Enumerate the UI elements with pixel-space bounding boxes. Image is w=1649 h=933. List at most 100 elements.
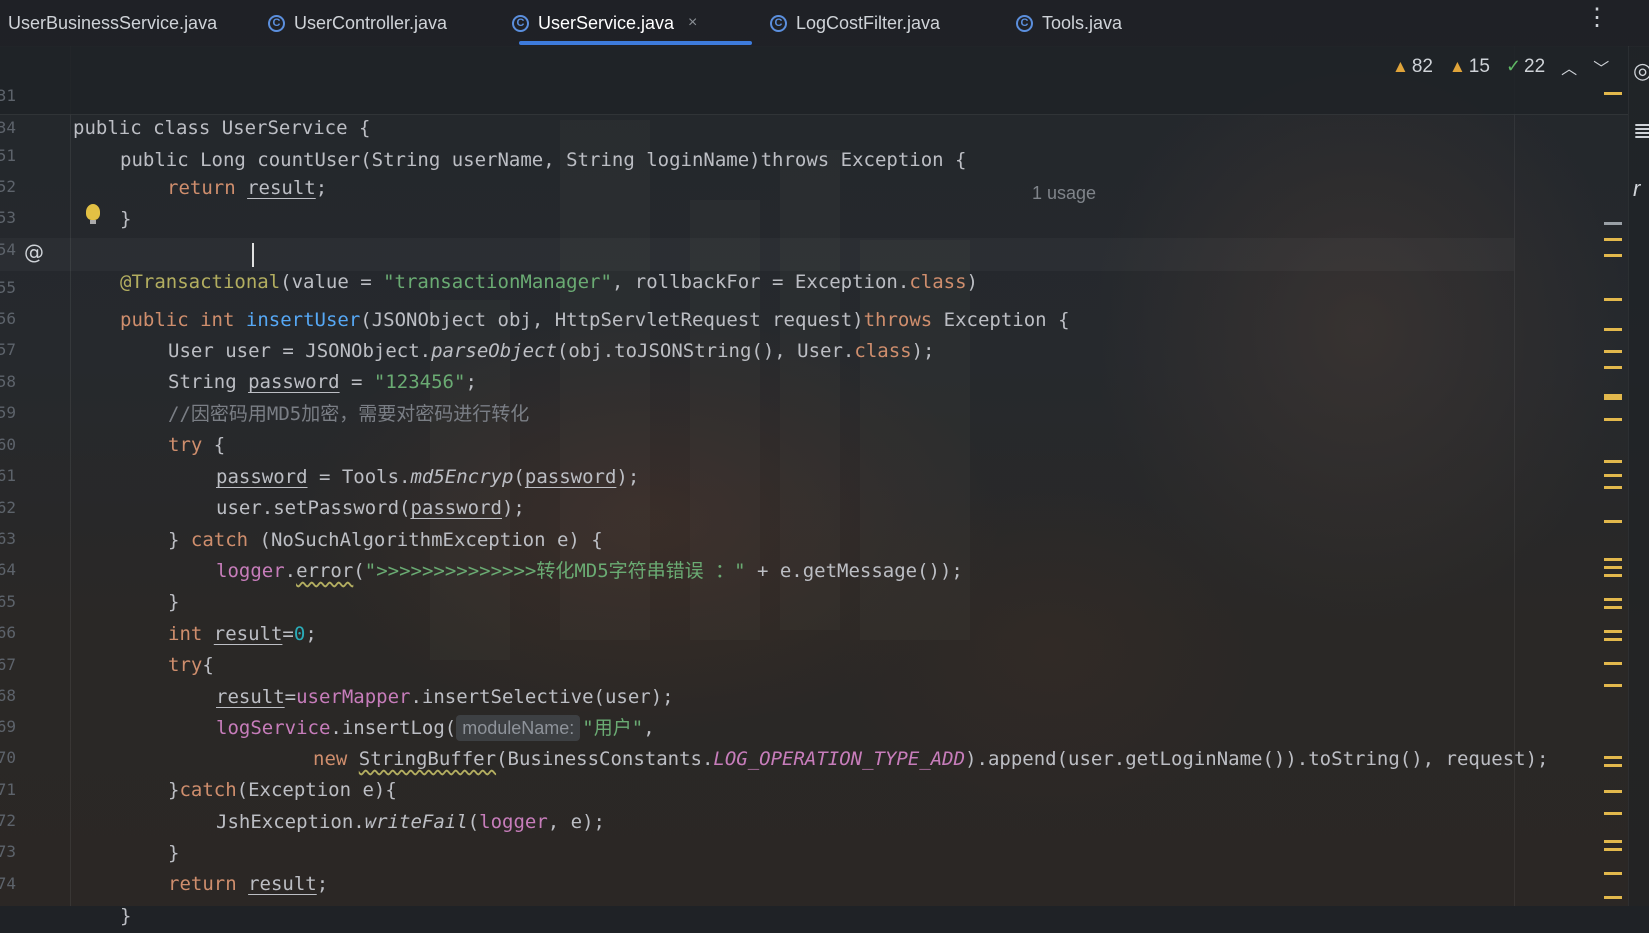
scroll-marker[interactable]: [1604, 366, 1622, 369]
token: =: [282, 623, 294, 645]
class-icon: C: [770, 14, 787, 32]
scroll-marker[interactable]: [1604, 350, 1622, 353]
usage-hint[interactable]: 1 usage: [1032, 177, 1096, 210]
scroll-marker[interactable]: [1604, 684, 1622, 687]
code-line[interactable]: 64 }: [0, 520, 179, 613]
scroll-marker[interactable]: [1604, 896, 1622, 899]
scroll-marker[interactable]: [1604, 756, 1622, 759]
tab-userservice[interactable]: C UserService.java ×: [512, 0, 697, 46]
scroll-marker[interactable]: [1604, 764, 1622, 767]
scroll-marker[interactable]: [1604, 598, 1622, 601]
scroll-marker[interactable]: [1604, 254, 1622, 257]
token: 0: [293, 623, 306, 645]
scroll-marker[interactable]: [1604, 566, 1622, 569]
token: result: [213, 623, 283, 645]
close-tab-icon[interactable]: ×: [688, 14, 697, 32]
tab-tools[interactable]: C Tools.java: [1016, 0, 1122, 46]
code-line[interactable]: 72 }: [0, 771, 179, 864]
token: class: [854, 340, 912, 362]
token: , e);: [547, 811, 605, 833]
chevron-down-icon[interactable]: ﹀: [1593, 55, 1609, 79]
token: parseObject: [431, 340, 557, 362]
code-line[interactable]: 59 try {: [0, 363, 225, 456]
code-line[interactable]: 60 password = Tools.md5Encryp(password);: [0, 395, 639, 488]
code-line[interactable]: 70 }catch(Exception e){: [0, 708, 397, 801]
token: logger: [479, 811, 548, 833]
more-menu-icon[interactable]: ⋮: [1585, 6, 1609, 30]
italic-r-icon[interactable]: r: [1633, 176, 1640, 202]
scroll-marker[interactable]: [1604, 558, 1622, 561]
scroll-marker[interactable]: [1604, 606, 1622, 609]
class-icon: C: [512, 14, 529, 32]
scroll-marker[interactable]: [1604, 872, 1622, 875]
scroll-marker[interactable]: [1604, 418, 1622, 421]
scroll-marker[interactable]: [1604, 812, 1622, 815]
scroll-marker[interactable]: [1604, 474, 1622, 477]
scroll-marker[interactable]: [1604, 790, 1622, 793]
error-count[interactable]: ▲ 82: [1392, 56, 1433, 78]
code-line[interactable]: 61 user.setPassword(password);: [0, 426, 525, 519]
ok-count[interactable]: ✓ 22: [1506, 56, 1545, 78]
scroll-marker[interactable]: [1604, 222, 1622, 225]
token: String: [168, 371, 249, 393]
code-line[interactable]: 74 }: [0, 834, 131, 927]
sticky-line[interactable]: 31 public class UserService {: [0, 46, 370, 139]
scroll-marker[interactable]: [1604, 394, 1622, 400]
scroll-marker[interactable]: [1604, 662, 1622, 665]
token: JshException.: [216, 811, 365, 833]
scroll-marker[interactable]: [1604, 630, 1622, 633]
tab-userbusinessservice[interactable]: UserBusinessService.java: [8, 0, 217, 46]
scroll-marker[interactable]: [1604, 574, 1622, 577]
code-line[interactable]: 71 JshException.writeFail(logger, e);: [0, 740, 605, 833]
token: }: [120, 208, 132, 230]
code-line[interactable]: 66 try{: [0, 583, 214, 676]
scroll-marker[interactable]: [1604, 638, 1622, 641]
warning-count[interactable]: ▲ 15: [1449, 56, 1490, 78]
token: (: [513, 466, 525, 488]
scroll-marker[interactable]: [1604, 298, 1622, 301]
token: userMapper: [296, 686, 411, 708]
database-icon[interactable]: ≣: [1633, 118, 1649, 144]
sticky-line[interactable]: 34 public Long countUser(String userName…: [0, 78, 1096, 203]
token: }: [120, 905, 132, 927]
count-text: 22: [1524, 56, 1546, 77]
token: ;: [316, 873, 329, 895]
scroll-marker[interactable]: [1604, 486, 1622, 489]
scroll-marker[interactable]: [1604, 460, 1622, 463]
inspection-widget[interactable]: ▲ 82 ▲ 15 ✓ 22 ︿ ﹀: [1392, 54, 1609, 80]
token: }: [168, 842, 180, 864]
scroll-marker[interactable]: [1604, 520, 1622, 523]
token: }: [168, 779, 180, 801]
code-line[interactable]: 67 result=userMapper.insertSelective(use…: [0, 615, 674, 708]
code-line[interactable]: 56 User user = JSONObject.parseObject(ob…: [0, 269, 934, 362]
code-line[interactable]: 58 //因密码用MD5加密，需要对密码进行转化: [0, 332, 529, 425]
scroll-marker[interactable]: [1604, 92, 1622, 95]
code-line[interactable]: 63 logger.error(">>>>>>>>>>>>>>转化MD5字符串错…: [0, 489, 963, 582]
code-line[interactable]: 62 } catch (NoSuchAlgorithmException e) …: [0, 458, 603, 551]
scroll-marker[interactable]: [1604, 840, 1622, 843]
token: ): [966, 271, 978, 293]
override-at-icon[interactable]: @: [24, 240, 44, 264]
code-line[interactable]: 68 logService.insertLog(moduleName: "用户",: [0, 646, 655, 741]
scroll-marker[interactable]: [1604, 848, 1622, 851]
lightbulb-icon[interactable]: [86, 204, 100, 224]
swirl-icon[interactable]: ◎: [1633, 58, 1649, 84]
code-line[interactable]: 65 int result=0;: [0, 552, 317, 645]
token: ;: [465, 371, 477, 393]
code-line[interactable]: 69 new StringBuffer(BusinessConstants.LO…: [0, 677, 1548, 770]
scroll-marker[interactable]: [1604, 238, 1622, 241]
token: (JSONObject obj, HttpServletRequest requ…: [360, 309, 864, 331]
check-icon: ✓: [1505, 56, 1522, 76]
token: result: [216, 686, 285, 708]
tab-usercontroller[interactable]: C UserController.java: [268, 0, 447, 46]
code-line[interactable]: 57 String password = "123456";: [0, 300, 477, 393]
token: int: [200, 309, 235, 331]
code-line[interactable]: 73 return result;: [0, 802, 328, 895]
tab-logcostfilter[interactable]: C LogCostFilter.java: [770, 0, 940, 46]
scroll-marker[interactable]: [1604, 328, 1622, 331]
chevron-up-icon[interactable]: ︿: [1561, 55, 1577, 79]
token: user.setPassword(: [216, 497, 411, 519]
token: {: [202, 434, 226, 456]
